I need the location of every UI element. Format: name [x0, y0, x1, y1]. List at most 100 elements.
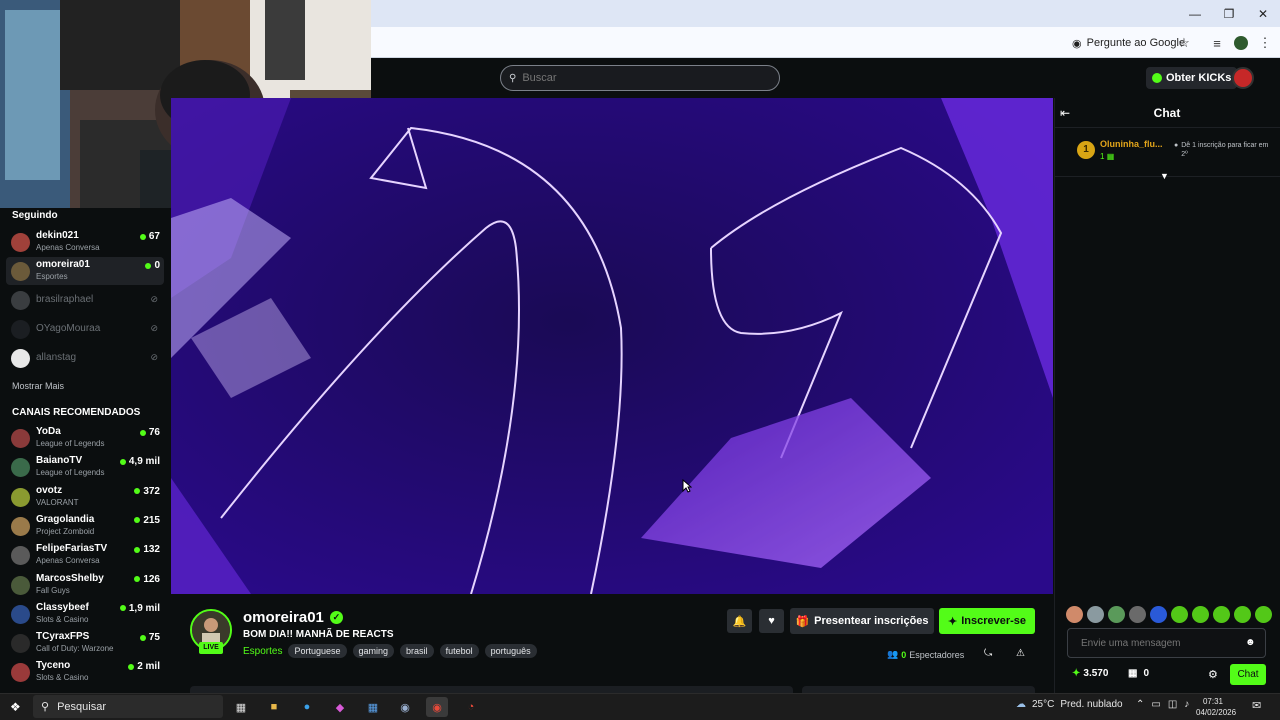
device-icon[interactable]: ▭ [1151, 699, 1160, 710]
sidebar-channel-dekin021[interactable]: dekin021 Apenas Conversa 67 [6, 228, 164, 256]
edge-browser-icon[interactable]: ● [296, 697, 318, 717]
emote-icon[interactable] [1213, 606, 1230, 623]
close-icon[interactable]: ✕ [1246, 0, 1280, 27]
emote-icon[interactable] [1171, 606, 1188, 623]
streamer-name[interactable]: omoreira01 ✓ [243, 609, 343, 626]
network-icon[interactable]: ◫ [1168, 699, 1177, 710]
user-avatar[interactable] [1232, 67, 1254, 89]
steam-icon[interactable]: ◉ [394, 697, 416, 717]
search-input[interactable] [522, 72, 763, 84]
sidebar-channel-omoreira01[interactable]: omoreira01 Esportes 0 [6, 257, 164, 285]
sidebar-channel-recommended[interactable]: MarcosShelby Fall Guys 126 [6, 571, 164, 599]
chat-send-button[interactable]: Chat [1230, 664, 1266, 685]
emote-icon[interactable] [1087, 606, 1104, 623]
video-player[interactable] [171, 98, 1053, 594]
taskbar-search[interactable]: ⚲ Pesquisar [33, 695, 223, 718]
sidebar-channel-recommended[interactable]: ovotz VALORANT 372 [6, 483, 164, 511]
share-icon[interactable]: ⤿ [984, 648, 992, 659]
sidebar-channel-recommended[interactable]: FelipeFariasTV Apenas Conversa 132 [6, 541, 164, 569]
bookmark-star-icon[interactable]: ☆ [1174, 33, 1194, 53]
store-icon[interactable]: ▦ [362, 697, 384, 717]
emoji-icon[interactable]: ☻ [1245, 637, 1256, 648]
stream-category[interactable]: Esportes [243, 646, 282, 657]
chevron-up-icon[interactable]: ⌃ [1136, 699, 1144, 710]
emote-icon[interactable] [1066, 606, 1083, 623]
live-dot-icon [134, 576, 141, 582]
weather-widget[interactable]: ☁ 25°C Pred. nublado [1016, 699, 1123, 710]
channel-avatar [11, 291, 30, 310]
leader-count-number: 1 [1100, 152, 1105, 161]
emote-icon[interactable] [1255, 606, 1272, 623]
sidebar-channel-recommended[interactable]: Gragolandia Project Zomboid 215 [6, 512, 164, 540]
app-icon[interactable]: ◔ [460, 697, 482, 717]
channel-avatar [11, 429, 30, 448]
subscribe-button[interactable]: ✦ Inscrever-se [939, 608, 1035, 634]
emote-icon[interactable] [1150, 606, 1167, 623]
tag-chip[interactable]: futebol [439, 644, 479, 658]
follow-heart-button[interactable]: ♥ [759, 609, 784, 633]
viewer-count: 126 [143, 573, 160, 585]
get-kicks-label: Obter KICKs [1166, 72, 1232, 84]
volume-icon[interactable]: ♪ [1184, 699, 1189, 710]
gift-icon: 🎁 [795, 615, 810, 628]
emote-icon[interactable] [1108, 606, 1125, 623]
sidebar-channel-oyagomouraa[interactable]: OYagoMouraa ⊘ [6, 315, 164, 343]
gift-counter[interactable]: ▦ 0 [1128, 668, 1149, 679]
channel-category: Project Zomboid [36, 526, 95, 536]
emote-bar [1066, 606, 1272, 623]
tag-chip[interactable]: gaming [352, 644, 395, 658]
profile-icon[interactable] [1231, 33, 1251, 53]
viewer-count: 372 [143, 485, 160, 497]
copilot-icon[interactable]: ◆ [329, 697, 351, 717]
chat-settings-gear-icon[interactable]: ⚙ [1208, 668, 1218, 681]
collapse-chat-icon[interactable]: ⇤ [1060, 106, 1070, 120]
reading-list-icon[interactable]: ≡ [1207, 33, 1227, 53]
channel-points[interactable]: ✦ 3.570 [1072, 668, 1108, 679]
sidebar-channel-recommended[interactable]: Classybeef Slots & Casino 1,9 mil [6, 600, 164, 628]
sidebar-channel-brasilraphael[interactable]: brasilraphael ⊘ [6, 286, 164, 314]
taskbar-clock[interactable]: 07:31 04/02/2026 [1196, 696, 1236, 718]
channel-category: VALORANT [36, 497, 79, 507]
filter-icon[interactable]: ▼ [1160, 171, 1169, 181]
emote-icon[interactable] [1129, 606, 1146, 623]
leader-name[interactable]: Oluninha_flu... [1100, 139, 1163, 149]
sidebar-channel-recommended[interactable]: TCyraxFPS Call of Duty: Warzone 75 [6, 629, 164, 657]
minimize-icon[interactable]: — [1178, 0, 1212, 27]
emote-icon[interactable] [1234, 606, 1251, 623]
tag-chip[interactable]: brasil [400, 644, 434, 658]
get-kicks-button[interactable]: Obter KICKs [1146, 67, 1238, 89]
sidebar-channel-recommended[interactable]: YoDa League of Legends 76 [6, 424, 164, 452]
weather-text: Pred. nublado [1060, 699, 1123, 710]
sidebar-channel-allanstag[interactable]: allanstag ⊘ [6, 344, 164, 372]
channel-avatar [11, 575, 30, 595]
task-view-icon[interactable]: ▦ [230, 697, 252, 717]
temperature: 25°C [1032, 699, 1055, 710]
browser-menu-icon[interactable]: ⋮ [1255, 33, 1275, 53]
file-explorer-icon[interactable]: ■ [263, 697, 285, 717]
viewers-number: 0 [901, 649, 907, 660]
notification-icon[interactable]: ✉ [1252, 699, 1261, 712]
channel-name: Tyceno [36, 660, 71, 672]
sidebar-channel-recommended[interactable]: BaianoTV League of Legends 4,9 mil [6, 453, 164, 481]
channel-name: MarcosShelby [36, 572, 104, 584]
notification-bell-button[interactable]: 🔔 [727, 609, 752, 633]
search-box[interactable]: ⚲ [500, 65, 780, 91]
tag-chip[interactable]: Portuguese [288, 644, 347, 658]
tag-chip[interactable]: português [484, 644, 537, 658]
report-icon[interactable]: ⚠ [1016, 648, 1025, 659]
channel-name: dekin021 [36, 230, 79, 241]
show-more-link[interactable]: Mostrar Mais [12, 381, 64, 391]
windows-start-icon[interactable]: ❖ [10, 700, 21, 714]
channel-avatar [11, 487, 30, 507]
cloud-icon: ☁ [1016, 699, 1026, 710]
channel-name: Gragolandia [36, 513, 95, 525]
leader-gift-count: 1 ▦ [1100, 152, 1114, 161]
chat-message-box[interactable] [1067, 628, 1266, 658]
chrome-icon[interactable]: ◉ [426, 697, 448, 717]
sidebar-channel-recommended[interactable]: Tyceno Slots & Casino 2 mil [6, 658, 164, 686]
search-icon: ⚲ [41, 701, 50, 713]
restore-icon[interactable]: ❐ [1212, 0, 1246, 27]
emote-icon[interactable] [1192, 606, 1209, 623]
gift-subs-button[interactable]: 🎁 Presentear inscrições [790, 608, 934, 634]
chat-message-input[interactable] [1081, 637, 1241, 649]
